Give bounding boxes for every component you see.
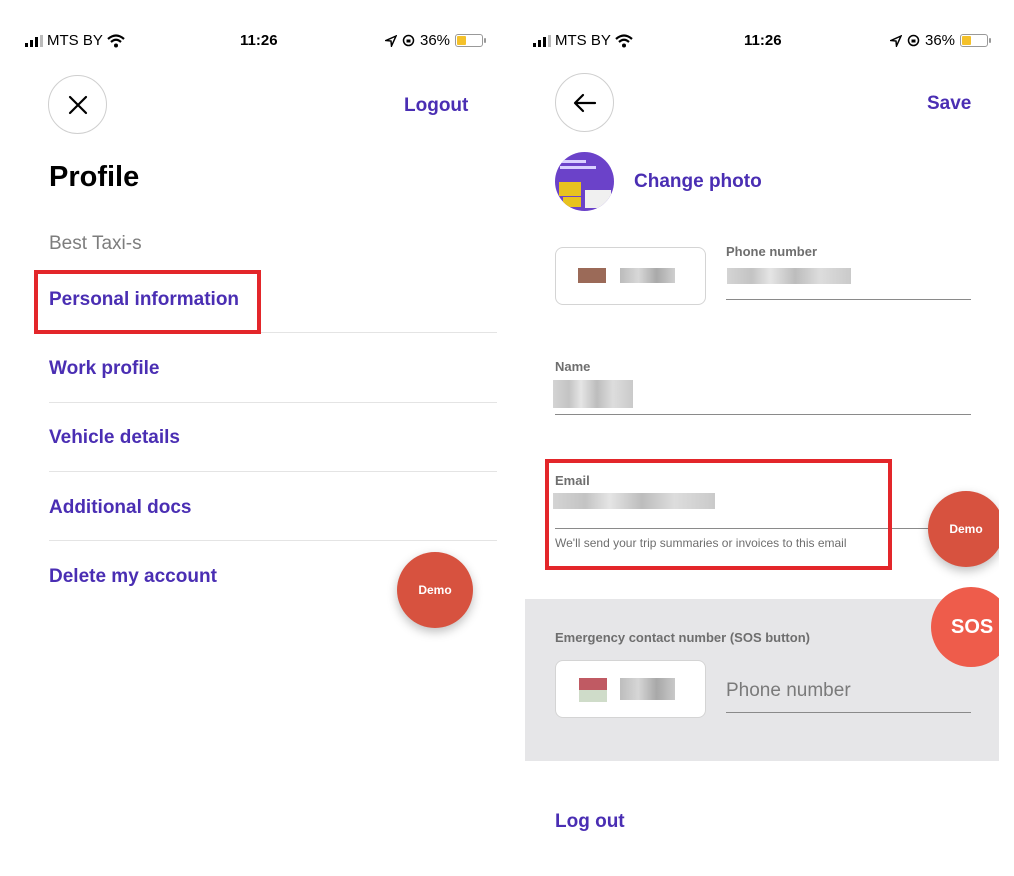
- company-name: Best Taxi-s: [49, 233, 142, 254]
- highlight-box: [34, 270, 261, 334]
- demo-button[interactable]: Demo: [397, 552, 473, 628]
- wifi-icon: [107, 33, 125, 47]
- close-button[interactable]: [48, 75, 107, 134]
- carrier-name: MTS BY: [555, 32, 611, 49]
- carrier: MTS BY: [533, 32, 633, 49]
- emergency-phone-underline: [726, 712, 971, 713]
- location-icon: [890, 34, 902, 47]
- emergency-country-code-selector[interactable]: [555, 660, 706, 718]
- battery-icon: [455, 34, 487, 47]
- personal-info-screen: MTS BY 11:26 36% Save Change photo Phone…: [525, 0, 999, 876]
- phone-number-label: Phone number: [726, 244, 818, 259]
- wifi-icon: [615, 33, 633, 47]
- country-code-value: [620, 268, 675, 283]
- name-label: Name: [555, 359, 591, 374]
- lock-rotation-icon: [402, 34, 415, 47]
- phone-underline: [726, 299, 971, 300]
- highlight-box: [545, 459, 892, 570]
- carrier-name: MTS BY: [47, 32, 103, 49]
- logout-link[interactable]: Logout: [404, 95, 468, 117]
- signal-icon: [533, 34, 551, 47]
- change-photo-link[interactable]: Change photo: [634, 171, 762, 193]
- menu-item-vehicle-details[interactable]: Vehicle details: [49, 403, 497, 472]
- page-title: Profile: [49, 161, 140, 193]
- profile-screen: MTS BY 11:26 36% Logout Profile Best Tax…: [0, 0, 507, 876]
- emergency-contact-section: Emergency contact number (SOS button) Ph…: [525, 599, 999, 761]
- status-bar: MTS BY 11:26 36%: [525, 32, 999, 52]
- lock-rotation-icon: [907, 34, 920, 47]
- logout-link[interactable]: Log out: [555, 811, 625, 833]
- country-code-value: [620, 678, 675, 700]
- avatar[interactable]: [555, 152, 614, 211]
- close-icon: [68, 95, 87, 114]
- arrow-left-icon: [573, 93, 596, 112]
- name-underline: [555, 414, 971, 415]
- back-button[interactable]: [555, 73, 614, 132]
- divider: [49, 540, 497, 541]
- phone-number-input[interactable]: [727, 268, 851, 284]
- battery-percent: 36%: [925, 32, 956, 49]
- clock: 11:26: [744, 32, 782, 49]
- emergency-phone-input[interactable]: Phone number: [726, 680, 851, 702]
- emergency-contact-label: Emergency contact number (SOS button): [555, 630, 810, 645]
- name-input[interactable]: [553, 380, 633, 408]
- location-icon: [385, 34, 397, 47]
- status-right: 36%: [385, 32, 487, 49]
- demo-button[interactable]: Demo: [928, 491, 999, 567]
- menu-item-work-profile[interactable]: Work profile: [49, 334, 497, 403]
- status-bar: MTS BY 11:26 36%: [0, 32, 507, 52]
- clock: 11:26: [240, 32, 278, 49]
- status-right: 36%: [890, 32, 992, 49]
- signal-icon: [25, 34, 43, 47]
- country-code-selector[interactable]: [555, 247, 706, 305]
- flag-icon: [578, 268, 606, 283]
- menu-item-additional-docs[interactable]: Additional docs: [49, 473, 497, 542]
- flag-icon: [579, 678, 607, 690]
- battery-icon: [960, 34, 992, 47]
- carrier: MTS BY: [25, 32, 125, 49]
- save-button[interactable]: Save: [927, 93, 971, 115]
- divider: [49, 471, 497, 472]
- battery-percent: 36%: [420, 32, 451, 49]
